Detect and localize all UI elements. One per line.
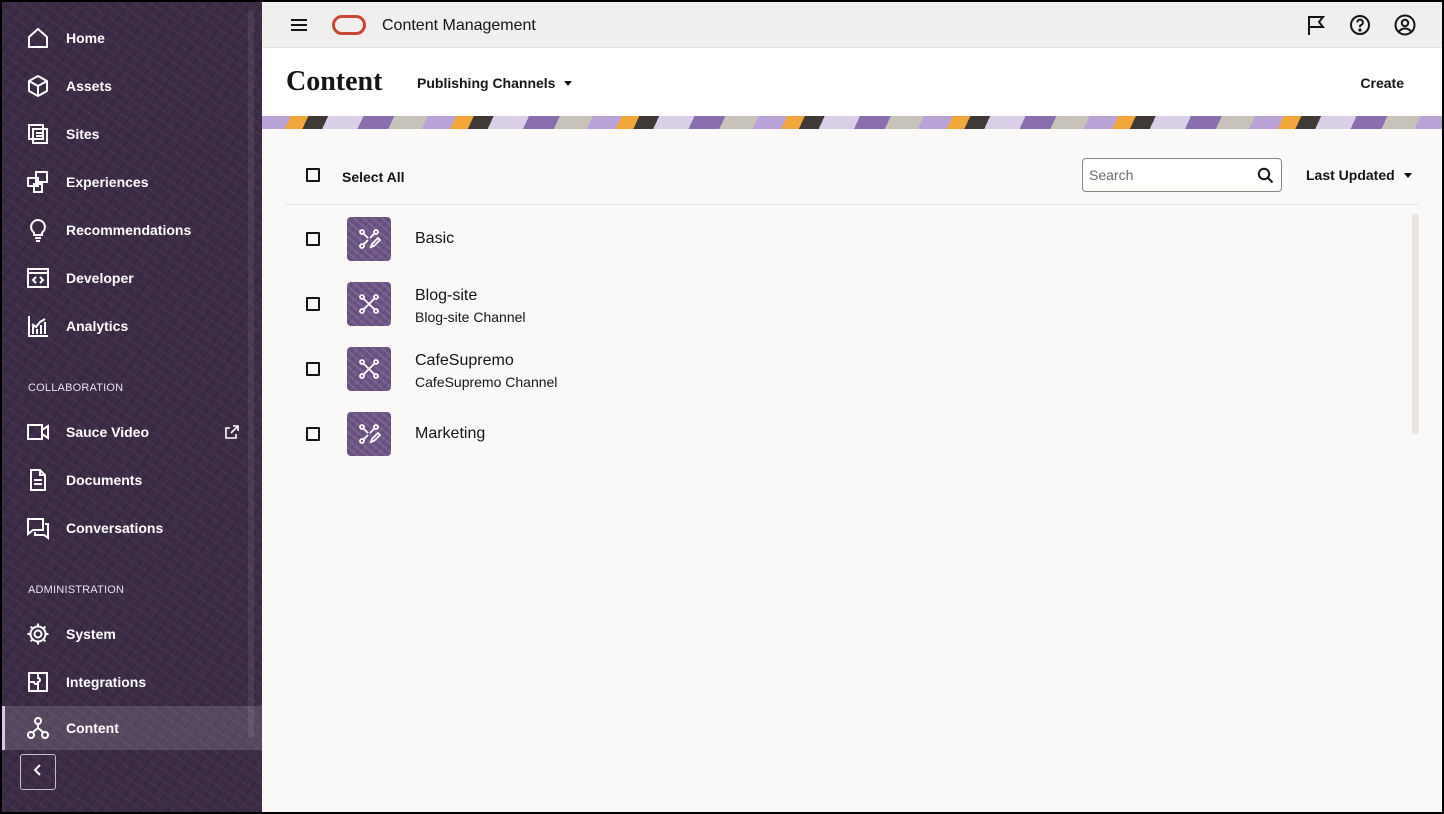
administration-header: ADMINISTRATION — [28, 584, 125, 596]
row-checkbox[interactable] — [306, 362, 320, 376]
sidebar-item-system[interactable]: System — [2, 612, 262, 656]
app-window: Home Assets Sites Experiences Recommenda… — [0, 0, 1444, 814]
sort-dropdown[interactable]: Last Updated — [1306, 167, 1412, 183]
sidebar-item-developer[interactable]: Developer — [2, 256, 262, 300]
sidebar-item-label: Recommendations — [66, 222, 192, 238]
sidebar-item-label: Home — [66, 30, 105, 46]
sidebar-item-content[interactable]: Content — [2, 706, 262, 750]
sidebar-item-label: Developer — [66, 270, 134, 286]
home-icon — [26, 26, 50, 50]
channel-name: CafeSupremo — [415, 352, 514, 369]
sidebar-item-documents[interactable]: Documents — [2, 458, 262, 502]
sidebar-item-label: Experiences — [66, 174, 149, 190]
view-selector-label: Publishing Channels — [417, 75, 556, 91]
sidebar-item-label: Documents — [66, 472, 143, 488]
decorative-banner — [262, 116, 1442, 129]
channel-description: Blog-site Channel — [415, 309, 526, 325]
sidebar-item-label: System — [66, 626, 116, 642]
sidebar-item-label: Sauce Video — [66, 424, 150, 440]
sidebar-item-conversations[interactable]: Conversations — [2, 506, 262, 550]
external-link-icon — [224, 424, 240, 440]
top-bar: Content Management — [262, 2, 1442, 48]
code-icon — [26, 266, 50, 290]
sidebar-item-recommendations[interactable]: Recommendations — [2, 208, 262, 252]
select-all-label: Select All — [342, 169, 405, 185]
bar-chart-icon — [26, 314, 50, 338]
caret-down-icon — [1403, 172, 1412, 178]
sites-icon — [26, 122, 50, 146]
sidebar-item-assets[interactable]: Assets — [2, 64, 262, 108]
row-checkbox[interactable] — [306, 297, 320, 311]
sidebar-item-sauce-video[interactable]: Sauce Video — [2, 410, 262, 454]
cube-icon — [26, 74, 50, 98]
hierarchy-icon — [26, 716, 50, 740]
caret-down-icon — [564, 80, 573, 86]
sidebar-scrollbar[interactable] — [248, 10, 254, 738]
search-field[interactable] — [1082, 158, 1282, 192]
oracle-logo — [332, 15, 366, 35]
chevron-left-icon — [31, 763, 45, 782]
documents-icon — [26, 468, 50, 492]
sidebar-item-label: Assets — [66, 78, 112, 94]
search-icon[interactable] — [1257, 167, 1274, 184]
sidebar-item-label: Content — [66, 720, 119, 736]
gear-icon — [26, 622, 50, 646]
collaboration-header: COLLABORATION — [28, 382, 124, 394]
flag-icon[interactable] — [1305, 14, 1327, 36]
channel-description: CafeSupremo Channel — [415, 374, 558, 390]
sidebar-item-home[interactable]: Home — [2, 16, 262, 60]
experiences-icon — [26, 170, 50, 194]
row-checkbox[interactable] — [306, 232, 320, 246]
sidebar-item-sites[interactable]: Sites — [2, 112, 262, 156]
list-scrollbar[interactable] — [1412, 214, 1419, 434]
lightbulb-icon — [26, 218, 50, 242]
sidebar: Home Assets Sites Experiences Recommenda… — [2, 2, 262, 812]
video-icon — [26, 420, 50, 444]
channel-name: Marketing — [415, 425, 486, 442]
list-item[interactable]: Marketing — [286, 409, 1396, 469]
conversations-icon — [26, 516, 50, 540]
hamburger-menu-icon[interactable] — [288, 14, 310, 36]
row-checkbox[interactable] — [306, 427, 320, 441]
channel-icon — [347, 282, 391, 326]
list-item[interactable]: CafeSupremo CafeSupremo Channel — [286, 344, 1396, 404]
sidebar-item-integrations[interactable]: Integrations — [2, 660, 262, 704]
page-header: Content Publishing Channels Create — [262, 48, 1442, 116]
channel-icon — [347, 347, 391, 391]
help-icon[interactable] — [1349, 14, 1371, 36]
user-profile-icon[interactable] — [1394, 14, 1416, 36]
channel-list-panel: Select All Last Updated Basic — [262, 129, 1442, 812]
list-item[interactable]: Basic — [286, 214, 1396, 274]
page-title: Content — [286, 66, 383, 97]
search-input[interactable] — [1089, 167, 1249, 183]
channel-edit-icon — [347, 412, 391, 456]
select-all-checkbox[interactable] — [306, 168, 320, 182]
channel-name: Blog-site — [415, 287, 478, 304]
sidebar-item-label: Sites — [66, 126, 100, 142]
sort-label: Last Updated — [1306, 167, 1395, 183]
create-button[interactable]: Create — [1360, 75, 1404, 91]
view-selector-dropdown[interactable]: Publishing Channels — [417, 75, 573, 91]
sidebar-item-label: Integrations — [66, 674, 147, 690]
list-toolbar: Select All Last Updated — [286, 157, 1418, 205]
sidebar-item-experiences[interactable]: Experiences — [2, 160, 262, 204]
sidebar-item-label: Conversations — [66, 520, 164, 536]
sidebar-item-label: Analytics — [66, 318, 129, 334]
app-title: Content Management — [382, 17, 536, 34]
sidebar-item-analytics[interactable]: Analytics — [2, 304, 262, 348]
channel-edit-icon — [347, 217, 391, 261]
channel-name: Basic — [415, 230, 455, 247]
list-item[interactable]: Blog-site Blog-site Channel — [286, 279, 1396, 339]
collapse-sidebar-button[interactable] — [20, 754, 56, 790]
puzzle-icon — [26, 670, 50, 694]
